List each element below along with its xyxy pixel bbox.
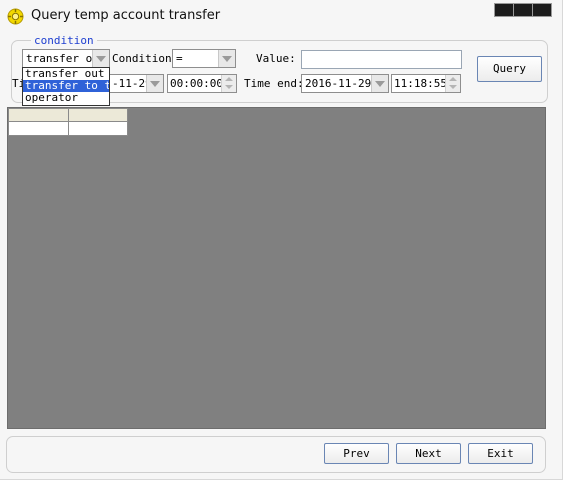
title-bar[interactable]: Query temp account transfer (0, 0, 562, 32)
grid-cell[interactable] (8, 121, 69, 136)
time-begin-date[interactable]: -11-29 (108, 74, 164, 93)
time-end-date[interactable]: 2016-11-29 (301, 74, 389, 93)
close-button[interactable] (532, 3, 552, 17)
dropdown-option[interactable]: operator (23, 92, 109, 104)
grid-header-cell[interactable] (68, 108, 128, 122)
time-end-date-value: 2016-11-29 (305, 77, 372, 90)
time-begin-time-value: 00:00:00 (170, 77, 223, 90)
value-label: Value: (256, 52, 296, 65)
exit-button[interactable]: Exit (468, 443, 533, 464)
grid-cell[interactable] (68, 121, 128, 136)
window-title: Query temp account transfer (31, 8, 221, 23)
dropdown-option-selected[interactable]: transfer to th (23, 80, 109, 92)
time-end-time-value: 11:18:55 (394, 77, 447, 90)
prev-button[interactable]: Prev (324, 443, 389, 464)
condition-label: Condition: (112, 52, 179, 65)
spin-arrows-icon[interactable] (221, 75, 236, 92)
window-controls (494, 3, 552, 17)
chevron-down-icon[interactable] (146, 75, 163, 92)
minimize-button[interactable] (494, 3, 514, 17)
maximize-button[interactable] (513, 3, 533, 17)
field-dropdown-list: transfer out f transfer to th operator (22, 67, 110, 106)
time-end-time[interactable]: 11:18:55 (391, 74, 461, 93)
next-button[interactable]: Next (396, 443, 461, 464)
spin-arrows-icon[interactable] (445, 75, 460, 92)
value-input[interactable] (301, 50, 462, 69)
grid-header-cell[interactable] (8, 108, 69, 122)
results-grid[interactable] (7, 107, 546, 429)
query-button[interactable]: Query (477, 56, 542, 82)
chevron-down-icon[interactable] (218, 50, 235, 67)
query-window: Query temp account transfer condition tr… (0, 0, 563, 480)
condition-select-value: = (176, 52, 183, 65)
chevron-down-icon[interactable] (371, 75, 388, 92)
app-gear-icon (7, 8, 24, 25)
field-select[interactable]: transfer ou (22, 49, 110, 68)
field-select-value: transfer ou (26, 52, 99, 65)
dropdown-option[interactable]: transfer out f (23, 68, 109, 80)
time-begin-time[interactable]: 00:00:00 (167, 74, 237, 93)
time-end-label: Time end: (244, 77, 304, 90)
condition-group-label: condition (31, 34, 97, 47)
chevron-down-icon[interactable] (92, 50, 109, 67)
footer-panel (6, 436, 546, 473)
condition-select[interactable]: = (172, 49, 236, 68)
